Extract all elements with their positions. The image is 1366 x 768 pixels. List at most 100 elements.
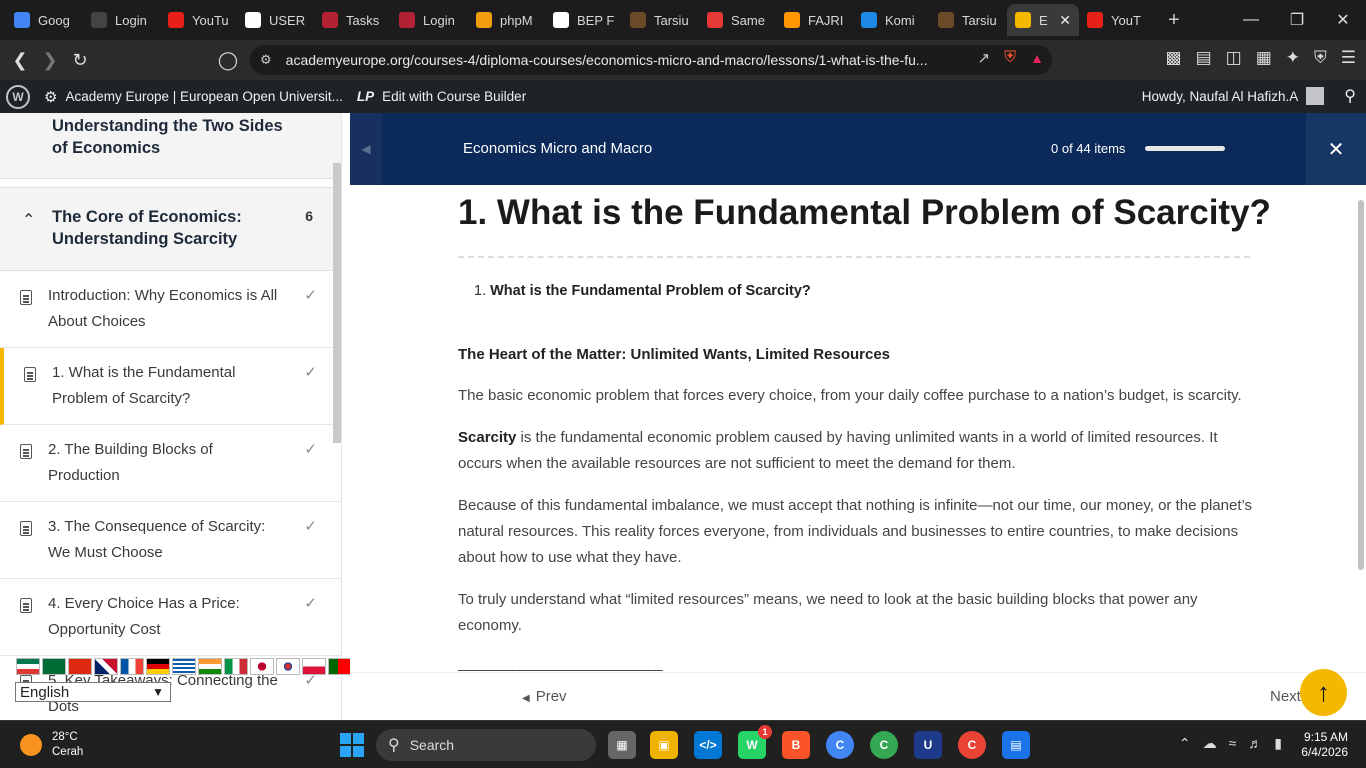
leo-icon[interactable]: ✦ bbox=[1286, 48, 1300, 68]
flag-in-icon[interactable] bbox=[198, 658, 222, 675]
cloud-icon[interactable]: ☁ bbox=[1203, 735, 1217, 752]
site-settings-icon[interactable]: ⚙ bbox=[260, 52, 272, 68]
flag-de-icon[interactable] bbox=[146, 658, 170, 675]
language-select[interactable]: English ▼ bbox=[15, 682, 171, 702]
vpn-icon[interactable]: ⛨ bbox=[1314, 48, 1327, 68]
windows-start-icon[interactable] bbox=[340, 733, 364, 757]
vscode-icon[interactable]: </> bbox=[694, 731, 722, 759]
wordpress-icon[interactable]: W bbox=[6, 84, 30, 109]
lesson-item[interactable]: 2. The Building Blocks of Production ✓ bbox=[0, 425, 341, 502]
browser-tab[interactable]: Tarsiu bbox=[930, 4, 1007, 36]
battery-icon[interactable]: ▮ bbox=[1274, 735, 1282, 752]
course-builder-link[interactable]: LP Edit with Course Builder bbox=[357, 89, 526, 104]
flag-gb-icon[interactable] bbox=[94, 658, 118, 675]
wallet-icon[interactable]: ▦ bbox=[1256, 48, 1272, 68]
section-header[interactable]: ⌃ The Core of Economics: Understanding S… bbox=[0, 187, 341, 271]
sidebar-scrollbar[interactable] bbox=[333, 163, 341, 443]
page-scrollbar[interactable] bbox=[1358, 200, 1364, 570]
app-icon[interactable]: U bbox=[914, 731, 942, 759]
browser-tab[interactable]: Tarsiu bbox=[622, 4, 699, 36]
site-name-link[interactable]: ⚙ Academy Europe | European Open Univers… bbox=[44, 88, 343, 106]
browser-tab[interactable]: Goog bbox=[6, 4, 83, 36]
notepad-icon[interactable]: ▤ bbox=[1002, 731, 1030, 759]
back-button[interactable]: ❮ bbox=[5, 45, 35, 75]
prev-section-header[interactable]: Understanding the Two Sides of Economics bbox=[0, 113, 341, 179]
wifi-icon[interactable]: ≈ bbox=[1229, 735, 1237, 752]
tab-label: YouTu bbox=[192, 12, 229, 28]
flag-fr-icon[interactable] bbox=[120, 658, 144, 675]
chevron-up-icon[interactable]: ⌃ bbox=[22, 210, 35, 230]
browser-tab[interactable]: YouTu bbox=[160, 4, 237, 36]
flag-it-icon[interactable] bbox=[224, 658, 248, 675]
browser-tab[interactable]: FAJRI bbox=[776, 4, 853, 36]
scroll-to-top-button[interactable]: ↑ bbox=[1300, 669, 1347, 716]
chrome-icon[interactable]: C bbox=[826, 731, 854, 759]
flag-pt-icon[interactable] bbox=[328, 658, 352, 675]
progress-bar bbox=[1145, 146, 1225, 151]
paragraph-1: The basic economic problem that forces e… bbox=[458, 387, 1242, 404]
browser-tab[interactable]: YouT bbox=[1079, 4, 1156, 36]
lesson-item[interactable]: 1. What is the Fundamental Problem of Sc… bbox=[0, 348, 341, 425]
account-menu[interactable]: Howdy, Naufal Al Hafizh.A ⚲ bbox=[1142, 86, 1356, 106]
new-tab-button[interactable]: + bbox=[1156, 9, 1192, 32]
browser-tab[interactable]: Komi bbox=[853, 4, 930, 36]
restore-button[interactable]: ❐ bbox=[1274, 0, 1320, 40]
weather-widget[interactable]: 28°C Cerah bbox=[20, 730, 83, 760]
browser-tab[interactable]: Tasks bbox=[314, 4, 391, 36]
flag-cn-icon[interactable] bbox=[68, 658, 92, 675]
brave-shields-icon[interactable]: ⛨ bbox=[1004, 49, 1016, 67]
paragraph-4: To truly understand what “limited resour… bbox=[458, 591, 1198, 634]
share-icon[interactable]: ↗ bbox=[978, 49, 991, 67]
taskbar-search[interactable]: ⚲ Search bbox=[376, 729, 596, 761]
close-tab-icon[interactable]: ✕ bbox=[1059, 12, 1071, 29]
lesson-item[interactable]: 3. The Consequence of Scarcity: We Must … bbox=[0, 502, 341, 579]
sidebar-toggle-button[interactable]: ◀ bbox=[350, 113, 382, 185]
whatsapp-icon[interactable]: W1 bbox=[738, 725, 772, 759]
bookmark-icon[interactable]: ◯ bbox=[213, 45, 243, 75]
paragraph-2-text: is the fundamental economic problem caus… bbox=[458, 429, 1218, 472]
flag-sa-icon[interactable] bbox=[42, 658, 66, 675]
volume-icon[interactable]: ♬ bbox=[1248, 735, 1262, 752]
toc-link[interactable]: What is the Fundamental Problem of Scarc… bbox=[490, 283, 811, 299]
lesson-item[interactable]: 4. Every Choice Has a Price: Opportunity… bbox=[0, 579, 341, 656]
clock[interactable]: 9:15 AM 6/4/2026 bbox=[1301, 730, 1348, 760]
menu-icon[interactable]: ☰ bbox=[1341, 48, 1356, 68]
forward-button[interactable]: ❯ bbox=[35, 45, 65, 75]
address-bar: ❮ ❯ ↻ ◯ ⚙ academyeurope.org/courses-4/di… bbox=[0, 40, 1366, 80]
browser-tab[interactable]: USER bbox=[237, 4, 314, 36]
flag-kr-icon[interactable] bbox=[276, 658, 300, 675]
flag-pl-icon[interactable] bbox=[302, 658, 326, 675]
close-icon[interactable]: ✕ bbox=[1306, 113, 1366, 185]
file-explorer-icon[interactable]: ▣ bbox=[650, 731, 678, 759]
search-icon[interactable]: ⚲ bbox=[1344, 86, 1356, 106]
browser-tab[interactable]: Login bbox=[83, 4, 160, 36]
page-title: 1. What is the Fundamental Problem of Sc… bbox=[458, 193, 1271, 232]
lesson-item[interactable]: Introduction: Why Economics is All About… bbox=[0, 271, 341, 348]
brave-icon[interactable]: B bbox=[782, 731, 810, 759]
url-bar[interactable]: ⚙ academyeurope.org/courses-4/diploma-co… bbox=[250, 45, 1052, 75]
browser-tab[interactable]: Login bbox=[391, 4, 468, 36]
flag-za-icon[interactable] bbox=[16, 658, 40, 675]
extensions-icon[interactable]: ▩ bbox=[1166, 48, 1182, 68]
flag-gr-icon[interactable] bbox=[172, 658, 196, 675]
browser-tab[interactable]: BEP F bbox=[545, 4, 622, 36]
reader-icon[interactable]: ▤ bbox=[1196, 48, 1212, 68]
chrome-profile-icon[interactable]: C bbox=[870, 731, 898, 759]
lesson-content: 1. What is the Fundamental Problem of Sc… bbox=[350, 185, 1366, 672]
task-view-icon[interactable]: ▦ bbox=[608, 731, 636, 759]
reload-button[interactable]: ↻ bbox=[65, 45, 95, 75]
prev-button[interactable]: ◀ Prev bbox=[522, 688, 567, 705]
next-button[interactable]: Next bbox=[1270, 688, 1301, 705]
chrome-profile-b-icon[interactable]: C bbox=[958, 731, 986, 759]
browser-tab[interactable]: Same bbox=[699, 4, 776, 36]
url-text[interactable]: academyeurope.org/courses-4/diploma-cour… bbox=[286, 52, 946, 68]
browser-tab[interactable]: phpM bbox=[468, 4, 545, 36]
browser-tab[interactable]: E ✕ bbox=[1007, 4, 1079, 36]
flag-jp-icon[interactable] bbox=[250, 658, 274, 675]
avatar bbox=[1306, 87, 1325, 105]
minimize-button[interactable]: — bbox=[1228, 0, 1274, 40]
close-window-button[interactable]: ✕ bbox=[1320, 0, 1366, 40]
chevron-up-icon[interactable]: ⌃ bbox=[1179, 735, 1191, 752]
sidebar-icon[interactable]: ◫ bbox=[1226, 48, 1242, 68]
brave-rewards-icon[interactable]: ▲ bbox=[1030, 50, 1044, 66]
